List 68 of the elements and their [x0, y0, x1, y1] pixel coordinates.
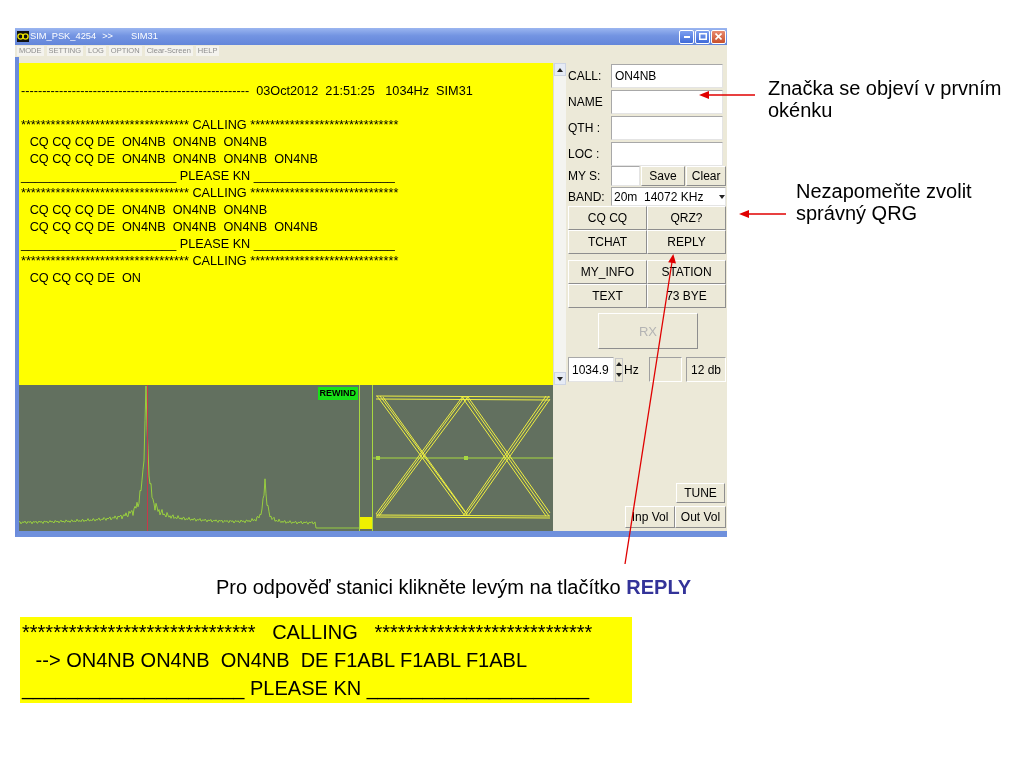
log-line: ____________________ PLEASE KN ____________________	[22, 676, 591, 702]
panel-button[interactable]: QRZ?	[647, 206, 726, 230]
text-field[interactable]	[611, 141, 723, 166]
caret-down-icon	[616, 373, 622, 377]
log-line: ********************************** CALLING ******************************	[21, 117, 400, 134]
maximize-button[interactable]	[695, 29, 710, 44]
caret-up-icon	[616, 362, 622, 366]
annotation-text: Značka se objeví v prvním okénku	[768, 77, 1003, 121]
text-field[interactable]	[610, 166, 640, 186]
maximize-icon	[698, 33, 707, 40]
close-button[interactable]	[711, 29, 726, 44]
level-marker	[360, 517, 372, 529]
log-line: ______________________ PLEASE KN ____________________	[21, 168, 396, 185]
unit-label: Hz	[624, 362, 639, 377]
log-line: --> ON4NB ON4NB ON4NB DE F1ABL F1ABL F1ABL	[34, 648, 529, 673]
caret-down-icon	[719, 194, 725, 199]
panel-button[interactable]: Clear	[686, 166, 726, 186]
log-line: CQ CQ CQ DE ON4NB ON4NB ON4NB ON4NB	[28, 219, 319, 236]
text-field[interactable]: ON4NB	[611, 63, 723, 88]
log-line: ****************************** CALLING ****************************	[22, 620, 594, 645]
log-line: CQ CQ CQ DE ON4NB ON4NB ON4NB	[28, 202, 269, 219]
tune-button[interactable]: TUNE	[676, 483, 725, 503]
volume-button[interactable]: Out Vol	[675, 506, 726, 528]
panel-button[interactable]: 73 BYE	[647, 284, 726, 308]
title-text: >>	[102, 31, 113, 42]
log-line: CQ CQ CQ DE ON4NB ON4NB ON4NB	[28, 134, 269, 151]
panel-button[interactable]: REPLY	[647, 230, 726, 254]
frequency-field[interactable]: 1034.9	[568, 357, 614, 382]
log-line: ********************************** CALLING ******************************	[21, 185, 400, 202]
rewind-button[interactable]: REWIND	[317, 387, 358, 400]
field-label: QTH :	[568, 120, 601, 135]
scroll-down-button[interactable]	[554, 372, 566, 385]
app-icon	[17, 31, 29, 42]
spin-buttons[interactable]	[615, 357, 623, 382]
field-label: NAME	[568, 94, 604, 109]
caret-up-icon	[557, 67, 563, 72]
annotation-arrow	[699, 91, 756, 99]
field-label: LOC :	[568, 146, 601, 161]
text-field[interactable]	[611, 89, 723, 114]
minimize-button[interactable]	[679, 29, 694, 44]
log-line: ********************************** CALLING ******************************	[21, 253, 400, 270]
log-line: CQ CQ CQ DE ON4NB ON4NB ON4NB ON4NB	[28, 151, 319, 168]
log-line: CQ CQ CQ DE ON	[28, 270, 142, 287]
panel-button[interactable]: Save	[640, 166, 686, 186]
text-field[interactable]	[611, 115, 723, 140]
field-label: BAND:	[568, 189, 606, 204]
annotation-text: Nezapomeňte zvolit správný QRG	[796, 180, 973, 224]
field-label: MY S:	[568, 169, 602, 183]
close-icon	[715, 33, 722, 40]
title-text: SIM31	[131, 31, 158, 42]
caret-down-icon	[557, 376, 563, 381]
panel-button[interactable]: TCHAT	[568, 230, 647, 254]
signal-readout: 12 db	[685, 357, 726, 382]
window-title: SIM_PSK_4254	[30, 31, 97, 42]
minimize-icon	[683, 35, 690, 38]
field-label: CALL:	[568, 68, 603, 83]
panel-button[interactable]: MY_INFO	[568, 260, 647, 284]
panel-button[interactable]: TEXT	[568, 284, 647, 308]
annotation-arrow	[739, 210, 787, 218]
log-line: ------------------------------------------------------ 03Oct2012 21:51:25 1034Hz SIM31	[21, 83, 474, 100]
caption-text: Pro odpověď stanici klikněte levým na tlačítko REPLY	[216, 576, 693, 598]
volume-button[interactable]: Inp Vol	[625, 506, 675, 528]
scroll-up-button[interactable]	[554, 63, 566, 76]
vertical-scrollbar[interactable]	[553, 63, 566, 385]
status-field	[648, 357, 682, 382]
log-line: ______________________ PLEASE KN ____________________	[21, 236, 396, 253]
panel-button[interactable]: CQ CQ	[568, 206, 647, 230]
band-dropdown[interactable]: 20m 14072 KHz	[611, 187, 726, 206]
